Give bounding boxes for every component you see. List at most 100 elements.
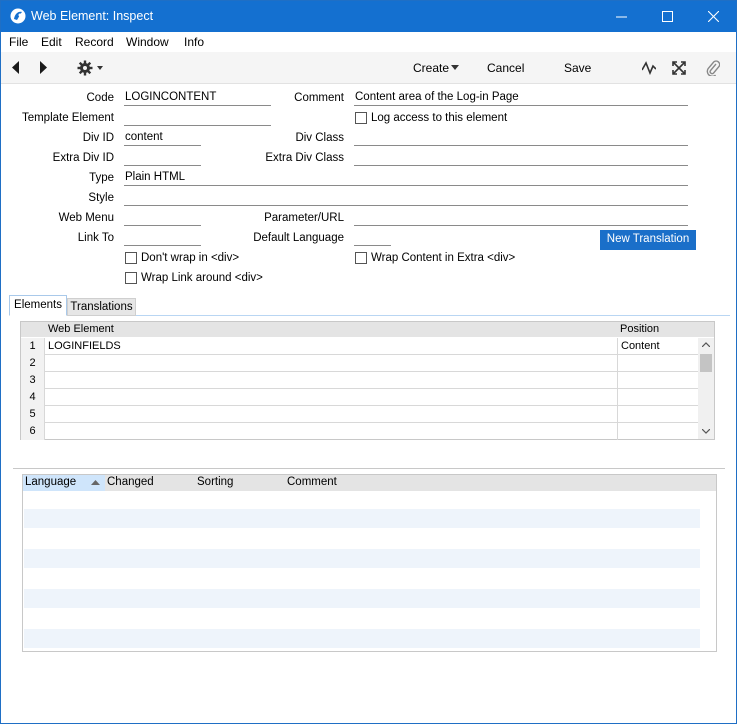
style-field[interactable] bbox=[124, 191, 688, 206]
parameter-url-field[interactable] bbox=[354, 211, 688, 226]
position-cell[interactable] bbox=[618, 406, 698, 423]
tab-translations[interactable]: Translations bbox=[67, 298, 136, 316]
table-row[interactable]: 3 bbox=[21, 372, 700, 389]
position-cell[interactable] bbox=[618, 372, 698, 389]
chevron-down-icon[interactable] bbox=[702, 429, 710, 434]
web-menu-label: Web Menu bbox=[58, 212, 114, 224]
code-label: Code bbox=[86, 92, 115, 104]
expand-icon[interactable] bbox=[672, 61, 686, 75]
wrap-content-label: Wrap Content in Extra <div> bbox=[371, 252, 516, 264]
div-class-field[interactable] bbox=[354, 131, 688, 146]
minimize-icon bbox=[615, 16, 627, 18]
wrap-content-checkbox[interactable] bbox=[355, 252, 367, 264]
position-cell[interactable] bbox=[618, 389, 698, 406]
log-access-checkbox[interactable] bbox=[355, 112, 367, 124]
translations-list: Language Changed Sorting Comment bbox=[22, 474, 717, 652]
row-number: 2 bbox=[21, 355, 45, 372]
paperclip-icon[interactable] bbox=[706, 60, 720, 76]
cancel-button[interactable]: Cancel bbox=[487, 61, 524, 75]
parameter-url-label: Parameter/URL bbox=[264, 212, 344, 224]
grid-scrollbar[interactable] bbox=[698, 338, 714, 439]
row-number: 5 bbox=[21, 406, 45, 423]
list-header: Language Changed Sorting Comment bbox=[23, 475, 716, 491]
div-id-label: Div ID bbox=[82, 132, 114, 144]
list-row-stripe bbox=[24, 509, 700, 528]
wrap-link-checkbox[interactable] bbox=[125, 272, 137, 284]
web-element-cell[interactable]: LOGINFIELDS bbox=[45, 338, 618, 355]
position-cell[interactable] bbox=[618, 423, 698, 440]
code-field[interactable]: LOGINCONTENT bbox=[124, 91, 271, 106]
menu-record[interactable]: Record bbox=[75, 35, 114, 49]
chevron-up-icon[interactable] bbox=[702, 342, 710, 347]
row-number: 1 bbox=[21, 338, 45, 355]
save-button[interactable]: Save bbox=[564, 61, 591, 75]
activity-icon[interactable] bbox=[642, 61, 656, 75]
menu-bar: File Edit Record Window Info bbox=[1, 32, 736, 52]
web-element-cell[interactable] bbox=[45, 372, 618, 389]
comment-field[interactable]: Content area of the Log-in Page bbox=[354, 91, 688, 106]
table-row[interactable]: 5 bbox=[21, 406, 700, 423]
list-row-stripe bbox=[24, 629, 700, 648]
dont-wrap-label: Don't wrap in <div> bbox=[141, 252, 240, 264]
grid-header: Web Element Position bbox=[21, 322, 714, 337]
list-row-stripe bbox=[24, 589, 700, 608]
scrollbar-thumb[interactable] bbox=[700, 354, 712, 372]
close-icon bbox=[707, 11, 719, 22]
tab-elements[interactable]: Elements bbox=[9, 295, 67, 316]
web-element-cell[interactable] bbox=[45, 389, 618, 406]
default-language-field[interactable] bbox=[354, 231, 391, 246]
log-access-label: Log access to this element bbox=[371, 112, 508, 124]
app-icon bbox=[10, 8, 26, 24]
default-language-label: Default Language bbox=[253, 232, 344, 244]
link-to-field[interactable] bbox=[124, 231, 201, 246]
list-header-sorting[interactable]: Sorting bbox=[195, 475, 233, 491]
extra-div-class-field[interactable] bbox=[354, 151, 688, 166]
menu-edit[interactable]: Edit bbox=[41, 35, 62, 49]
grid-header-web-element: Web Element bbox=[48, 323, 114, 335]
wrap-link-label: Wrap Link around <div> bbox=[141, 272, 263, 284]
table-row[interactable]: 4 bbox=[21, 389, 700, 406]
table-row[interactable]: 1 LOGINFIELDS Content bbox=[21, 338, 700, 355]
table-row[interactable]: 6 bbox=[21, 423, 700, 440]
section-divider bbox=[13, 468, 725, 469]
web-menu-field[interactable] bbox=[124, 211, 201, 226]
table-row[interactable]: 2 bbox=[21, 355, 700, 372]
row-number: 4 bbox=[21, 389, 45, 406]
row-number: 3 bbox=[21, 372, 45, 389]
grid-header-position: Position bbox=[620, 323, 660, 335]
dont-wrap-checkbox[interactable] bbox=[125, 252, 137, 264]
template-element-label: Template Element bbox=[21, 112, 114, 124]
menu-file[interactable]: File bbox=[9, 35, 28, 49]
web-element-cell[interactable] bbox=[45, 355, 618, 372]
comment-label: Comment bbox=[294, 92, 344, 104]
create-button[interactable]: Create bbox=[413, 61, 449, 75]
extra-div-id-field[interactable] bbox=[124, 151, 201, 166]
list-header-language-label: Language bbox=[25, 476, 77, 488]
div-id-field[interactable]: content bbox=[124, 131, 201, 146]
window-title: Web Element: Inspect bbox=[31, 9, 154, 23]
maximize-icon bbox=[661, 11, 673, 22]
close-button[interactable] bbox=[690, 1, 736, 32]
new-translation-button[interactable]: New Translation bbox=[600, 230, 696, 250]
extra-div-id-label: Extra Div ID bbox=[52, 152, 114, 164]
position-cell[interactable]: Content bbox=[618, 338, 698, 355]
previous-record-icon[interactable] bbox=[11, 61, 21, 74]
chevron-down-icon[interactable] bbox=[451, 65, 459, 70]
web-element-cell[interactable] bbox=[45, 423, 618, 440]
template-element-field[interactable] bbox=[124, 111, 271, 126]
list-header-comment[interactable]: Comment bbox=[285, 475, 337, 491]
list-header-language[interactable]: Language bbox=[23, 475, 105, 491]
type-field[interactable]: Plain HTML bbox=[124, 171, 688, 186]
next-record-icon[interactable] bbox=[38, 61, 48, 74]
title-bar: Web Element: Inspect bbox=[1, 1, 736, 32]
minimize-button[interactable] bbox=[598, 1, 644, 32]
maximize-button[interactable] bbox=[644, 1, 690, 32]
window: Web Element: Inspect File Edit Record Wi… bbox=[0, 0, 737, 724]
menu-info[interactable]: Info bbox=[184, 35, 204, 49]
list-header-changed[interactable]: Changed bbox=[105, 475, 154, 491]
menu-window[interactable]: Window bbox=[126, 35, 169, 49]
position-cell[interactable] bbox=[618, 355, 698, 372]
sort-ascending-icon bbox=[91, 480, 100, 485]
gear-icon[interactable] bbox=[77, 60, 105, 76]
web-element-cell[interactable] bbox=[45, 406, 618, 423]
